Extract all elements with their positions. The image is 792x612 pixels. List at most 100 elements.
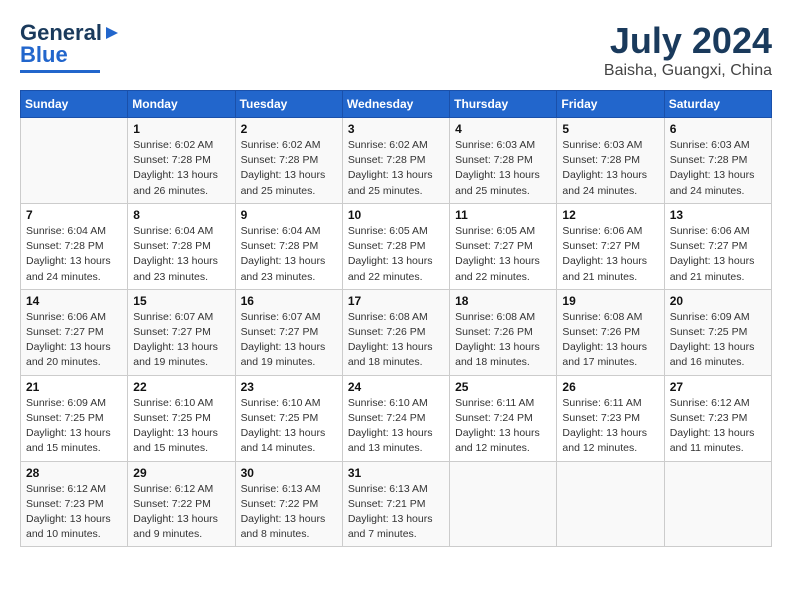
day-info: Sunrise: 6:08 AM Sunset: 7:26 PM Dayligh… — [562, 310, 658, 371]
day-number: 13 — [670, 208, 766, 222]
day-info: Sunrise: 6:02 AM Sunset: 7:28 PM Dayligh… — [241, 138, 337, 199]
day-info: Sunrise: 6:10 AM Sunset: 7:25 PM Dayligh… — [241, 396, 337, 457]
day-number: 16 — [241, 294, 337, 308]
day-number: 7 — [26, 208, 122, 222]
calendar-cell — [557, 461, 664, 547]
day-number: 4 — [455, 122, 551, 136]
day-info: Sunrise: 6:10 AM Sunset: 7:24 PM Dayligh… — [348, 396, 444, 457]
calendar-cell: 20Sunrise: 6:09 AM Sunset: 7:25 PM Dayli… — [664, 289, 771, 375]
calendar-cell: 12Sunrise: 6:06 AM Sunset: 7:27 PM Dayli… — [557, 203, 664, 289]
calendar-cell: 30Sunrise: 6:13 AM Sunset: 7:22 PM Dayli… — [235, 461, 342, 547]
logo-arrow-icon — [102, 23, 122, 43]
day-number: 26 — [562, 380, 658, 394]
day-info: Sunrise: 6:02 AM Sunset: 7:28 PM Dayligh… — [348, 138, 444, 199]
day-number: 28 — [26, 466, 122, 480]
day-info: Sunrise: 6:12 AM Sunset: 7:22 PM Dayligh… — [133, 482, 229, 543]
calendar-cell: 9 Sunrise: 6:04 AM Sunset: 7:28 PM Daylig… — [235, 203, 342, 289]
day-number: 22 — [133, 380, 229, 394]
calendar-cell: 31Sunrise: 6:13 AM Sunset: 7:21 PM Dayli… — [342, 461, 449, 547]
week-row-5: 28 Sunrise: 6:12 AM Sunset: 7:23 PM Dayli… — [21, 461, 772, 547]
logo-underline — [20, 70, 100, 73]
calendar-cell: 21Sunrise: 6:09 AM Sunset: 7:25 PM Dayli… — [21, 375, 128, 461]
calendar-cell: 3Sunrise: 6:02 AM Sunset: 7:28 PM Daylig… — [342, 118, 449, 204]
calendar-cell: 8 Sunrise: 6:04 AM Sunset: 7:28 PM Daylig… — [128, 203, 235, 289]
day-number: 5 — [562, 122, 658, 136]
day-info: Sunrise: 6:13 AM Sunset: 7:21 PM Dayligh… — [348, 482, 444, 543]
calendar-cell: 18Sunrise: 6:08 AM Sunset: 7:26 PM Dayli… — [450, 289, 557, 375]
day-number: 12 — [562, 208, 658, 222]
day-info: Sunrise: 6:05 AM Sunset: 7:27 PM Dayligh… — [455, 224, 551, 285]
week-row-3: 14 Sunrise: 6:06 AM Sunset: 7:27 PM Dayli… — [21, 289, 772, 375]
calendar-cell: 29 Sunrise: 6:12 AM Sunset: 7:22 PM Dayli… — [128, 461, 235, 547]
calendar-cell — [21, 118, 128, 204]
calendar-cell: 6Sunrise: 6:03 AM Sunset: 7:28 PM Daylig… — [664, 118, 771, 204]
logo-text-blue: Blue — [20, 42, 68, 68]
calendar-cell: 16 Sunrise: 6:07 AM Sunset: 7:27 PM Dayli… — [235, 289, 342, 375]
calendar-cell: 2 Sunrise: 6:02 AM Sunset: 7:28 PM Daylig… — [235, 118, 342, 204]
day-info: Sunrise: 6:06 AM Sunset: 7:27 PM Dayligh… — [670, 224, 766, 285]
day-number: 10 — [348, 208, 444, 222]
day-info: Sunrise: 6:09 AM Sunset: 7:25 PM Dayligh… — [26, 396, 122, 457]
day-number: 19 — [562, 294, 658, 308]
day-info: Sunrise: 6:03 AM Sunset: 7:28 PM Dayligh… — [455, 138, 551, 199]
calendar-cell: 26 Sunrise: 6:11 AM Sunset: 7:23 PM Dayli… — [557, 375, 664, 461]
week-row-1: 1 Sunrise: 6:02 AM Sunset: 7:28 PM Daylig… — [21, 118, 772, 204]
calendar-cell: 22 Sunrise: 6:10 AM Sunset: 7:25 PM Dayli… — [128, 375, 235, 461]
day-info: Sunrise: 6:04 AM Sunset: 7:28 PM Dayligh… — [133, 224, 229, 285]
calendar-cell: 17 Sunrise: 6:08 AM Sunset: 7:26 PM Dayli… — [342, 289, 449, 375]
day-info: Sunrise: 6:03 AM Sunset: 7:28 PM Dayligh… — [562, 138, 658, 199]
col-header-saturday: Saturday — [664, 91, 771, 118]
day-info: Sunrise: 6:11 AM Sunset: 7:24 PM Dayligh… — [455, 396, 551, 457]
day-info: Sunrise: 6:05 AM Sunset: 7:28 PM Dayligh… — [348, 224, 444, 285]
title-block: July 2024 Baisha, Guangxi, China — [604, 20, 772, 80]
day-number: 15 — [133, 294, 229, 308]
day-info: Sunrise: 6:02 AM Sunset: 7:28 PM Dayligh… — [133, 138, 229, 199]
col-header-tuesday: Tuesday — [235, 91, 342, 118]
day-info: Sunrise: 6:03 AM Sunset: 7:28 PM Dayligh… — [670, 138, 766, 199]
day-info: Sunrise: 6:12 AM Sunset: 7:23 PM Dayligh… — [670, 396, 766, 457]
day-number: 23 — [241, 380, 337, 394]
calendar-cell: 19 Sunrise: 6:08 AM Sunset: 7:26 PM Dayli… — [557, 289, 664, 375]
calendar-header-row: SundayMondayTuesdayWednesdayThursdayFrid… — [21, 91, 772, 118]
calendar-table: SundayMondayTuesdayWednesdayThursdayFrid… — [20, 90, 772, 547]
day-info: Sunrise: 6:07 AM Sunset: 7:27 PM Dayligh… — [133, 310, 229, 371]
calendar-cell: 1 Sunrise: 6:02 AM Sunset: 7:28 PM Daylig… — [128, 118, 235, 204]
day-number: 8 — [133, 208, 229, 222]
day-info: Sunrise: 6:07 AM Sunset: 7:27 PM Dayligh… — [241, 310, 337, 371]
day-info: Sunrise: 6:04 AM Sunset: 7:28 PM Dayligh… — [26, 224, 122, 285]
calendar-cell: 4 Sunrise: 6:03 AM Sunset: 7:28 PM Daylig… — [450, 118, 557, 204]
day-number: 17 — [348, 294, 444, 308]
calendar-cell: 15 Sunrise: 6:07 AM Sunset: 7:27 PM Dayli… — [128, 289, 235, 375]
calendar-cell: 11 Sunrise: 6:05 AM Sunset: 7:27 PM Dayli… — [450, 203, 557, 289]
calendar-cell: 23 Sunrise: 6:10 AM Sunset: 7:25 PM Dayli… — [235, 375, 342, 461]
day-number: 2 — [241, 122, 337, 136]
day-number: 1 — [133, 122, 229, 136]
day-number: 24 — [348, 380, 444, 394]
col-header-thursday: Thursday — [450, 91, 557, 118]
day-info: Sunrise: 6:09 AM Sunset: 7:25 PM Dayligh… — [670, 310, 766, 371]
day-info: Sunrise: 6:06 AM Sunset: 7:27 PM Dayligh… — [26, 310, 122, 371]
calendar-cell: 14 Sunrise: 6:06 AM Sunset: 7:27 PM Dayli… — [21, 289, 128, 375]
day-info: Sunrise: 6:12 AM Sunset: 7:23 PM Dayligh… — [26, 482, 122, 543]
day-number: 29 — [133, 466, 229, 480]
day-info: Sunrise: 6:08 AM Sunset: 7:26 PM Dayligh… — [348, 310, 444, 371]
day-number: 9 — [241, 208, 337, 222]
day-info: Sunrise: 6:04 AM Sunset: 7:28 PM Dayligh… — [241, 224, 337, 285]
week-row-4: 21Sunrise: 6:09 AM Sunset: 7:25 PM Dayli… — [21, 375, 772, 461]
calendar-cell: 28 Sunrise: 6:12 AM Sunset: 7:23 PM Dayli… — [21, 461, 128, 547]
location-subtitle: Baisha, Guangxi, China — [604, 62, 772, 80]
calendar-cell — [450, 461, 557, 547]
day-number: 27 — [670, 380, 766, 394]
calendar-cell: 13 Sunrise: 6:06 AM Sunset: 7:27 PM Dayli… — [664, 203, 771, 289]
week-row-2: 7 Sunrise: 6:04 AM Sunset: 7:28 PM Daylig… — [21, 203, 772, 289]
day-number: 14 — [26, 294, 122, 308]
day-number: 11 — [455, 208, 551, 222]
col-header-wednesday: Wednesday — [342, 91, 449, 118]
day-info: Sunrise: 6:11 AM Sunset: 7:23 PM Dayligh… — [562, 396, 658, 457]
calendar-cell: 25 Sunrise: 6:11 AM Sunset: 7:24 PM Dayli… — [450, 375, 557, 461]
day-number: 25 — [455, 380, 551, 394]
calendar-cell: 24 Sunrise: 6:10 AM Sunset: 7:24 PM Dayli… — [342, 375, 449, 461]
day-number: 30 — [241, 466, 337, 480]
calendar-cell: 5 Sunrise: 6:03 AM Sunset: 7:28 PM Daylig… — [557, 118, 664, 204]
day-info: Sunrise: 6:10 AM Sunset: 7:25 PM Dayligh… — [133, 396, 229, 457]
